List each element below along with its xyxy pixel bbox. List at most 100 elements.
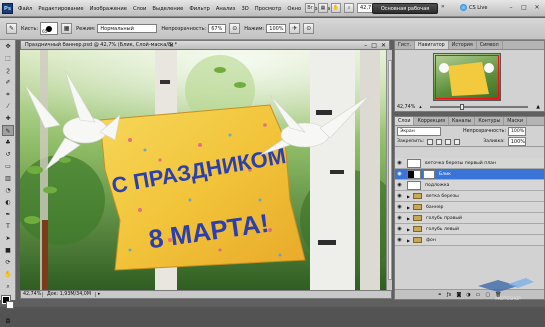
- document-tab[interactable]: Праздничный баннер.psd @ 42,7% (Блик, Сл…: [20, 40, 390, 50]
- blur-tool-icon[interactable]: ◔: [2, 185, 14, 196]
- menu-image[interactable]: Изображение: [87, 6, 130, 12]
- background-color[interactable]: [6, 301, 14, 309]
- marquee-tool-icon[interactable]: ⬚: [2, 53, 14, 64]
- tab-paths[interactable]: Контуры: [475, 117, 505, 125]
- minibridge-icon[interactable]: ▦: [318, 3, 328, 13]
- navigator-zoom-slider[interactable]: [429, 104, 529, 110]
- mode-select[interactable]: Нормальный: [97, 24, 158, 33]
- lock-transparency-icon[interactable]: [427, 138, 434, 145]
- tab-adjustments[interactable]: Коррекция: [414, 117, 450, 125]
- bridge-icon[interactable]: Br: [305, 3, 315, 13]
- zoom-slider-knob[interactable]: [459, 104, 464, 110]
- menu-select[interactable]: Выделение: [149, 6, 186, 12]
- navigator-zoom[interactable]: 42,74%: [397, 105, 415, 110]
- lock-position-icon[interactable]: [445, 138, 452, 145]
- 3d-rotate-tool-icon[interactable]: ⟳: [2, 257, 14, 268]
- history-brush-tool-icon[interactable]: ↺: [2, 149, 14, 160]
- tab-close-icon[interactable]: ✕: [169, 41, 174, 50]
- tab-navigator[interactable]: Навигатор: [415, 41, 449, 49]
- document-canvas[interactable]: С ПРАЗДНИКОМ 8 МАРТА!: [20, 50, 386, 290]
- zoom-out-icon[interactable]: ▴: [419, 105, 421, 110]
- tab-channels[interactable]: Каналы: [449, 117, 476, 125]
- visibility-eye-icon[interactable]: ◉: [395, 160, 404, 166]
- doc-restore-icon[interactable]: □: [371, 41, 377, 50]
- workspace-more-icon[interactable]: »: [441, 3, 445, 10]
- quick-mask-icon[interactable]: ◘: [2, 316, 14, 327]
- layer-row-selected[interactable]: ◉ Блик: [395, 169, 544, 180]
- status-arrow-icon[interactable]: ▸: [98, 292, 100, 297]
- adjustment-layer-icon[interactable]: ◑: [466, 292, 470, 298]
- scroll-thumb[interactable]: [388, 60, 392, 280]
- brush-panel-icon[interactable]: ▦: [61, 23, 73, 34]
- navigator-view-box[interactable]: [435, 55, 499, 99]
- visibility-eye-icon[interactable]: ◉: [395, 182, 404, 188]
- color-swatches[interactable]: [1, 295, 15, 312]
- quick-select-tool-icon[interactable]: ✐: [2, 77, 14, 88]
- menu-analysis[interactable]: Анализ: [213, 6, 239, 12]
- visibility-eye-icon[interactable]: ◉: [395, 215, 404, 221]
- layer-row[interactable]: ◉ веточка березы первый план: [395, 158, 544, 169]
- expand-arrow-icon[interactable]: ▶: [407, 227, 410, 232]
- eraser-tool-icon[interactable]: ▭: [2, 161, 14, 172]
- layer-group-row[interactable]: ◉ ▶ голубь левый: [395, 224, 544, 235]
- menu-edit[interactable]: Редактирование: [35, 6, 86, 12]
- tab-layers[interactable]: Слои: [395, 117, 415, 125]
- close-button[interactable]: ✕: [531, 3, 543, 13]
- lasso-tool-icon[interactable]: ϩ: [2, 65, 14, 76]
- visibility-eye-icon[interactable]: ◉: [395, 171, 404, 177]
- fill-input[interactable]: 100%: [507, 137, 526, 146]
- path-select-tool-icon[interactable]: ➤: [2, 233, 14, 244]
- menu-file[interactable]: Файл: [15, 6, 35, 12]
- tablet-size-icon[interactable]: ⊙: [303, 23, 315, 34]
- tab-masks[interactable]: Маски: [504, 117, 527, 125]
- pressure-input[interactable]: 100%: [266, 24, 287, 33]
- expand-arrow-icon[interactable]: ▶: [407, 194, 410, 199]
- doc-close-icon[interactable]: ✕: [381, 41, 386, 50]
- layer-group-row[interactable]: ◉ ▶ баннер: [395, 202, 544, 213]
- visibility-eye-icon[interactable]: ◉: [395, 204, 404, 210]
- workspace-button[interactable]: Основная рабочая среда: [372, 3, 438, 23]
- blend-mode-select[interactable]: Экран: [397, 127, 441, 136]
- pen-tool-icon[interactable]: ✒: [2, 209, 14, 220]
- visibility-eye-icon[interactable]: ◉: [395, 193, 404, 199]
- menu-3d[interactable]: 3D: [238, 6, 251, 12]
- minimize-button[interactable]: –: [505, 3, 517, 13]
- layer-style-icon[interactable]: ƒx: [447, 292, 452, 298]
- hand-tool-icon-2[interactable]: ✋: [2, 269, 14, 280]
- gradient-tool-icon[interactable]: ▥: [2, 173, 14, 184]
- lock-all-icon[interactable]: [454, 138, 461, 145]
- visibility-eye-icon[interactable]: ◉: [395, 226, 404, 232]
- layer-group-row[interactable]: ◉ ▶ ветка березы: [395, 191, 544, 202]
- layer-opacity-input[interactable]: 100%: [508, 127, 526, 136]
- brush-preview[interactable]: 65: [40, 22, 59, 35]
- airbrush-icon[interactable]: ✈: [289, 23, 301, 34]
- link-layers-icon[interactable]: ⚭: [438, 292, 442, 298]
- layer-group-row[interactable]: ◉ ▶ фон: [395, 235, 544, 246]
- layer-group-row[interactable]: ◉ ▶ голубь правый: [395, 213, 544, 224]
- brush-tool-preset-icon[interactable]: ✎: [6, 23, 17, 34]
- clone-stamp-tool-icon[interactable]: ♣: [2, 137, 14, 148]
- shape-tool-icon[interactable]: ■: [2, 245, 14, 256]
- hand-tool-icon[interactable]: ✋: [331, 3, 341, 13]
- vertical-scrollbar[interactable]: [386, 50, 392, 290]
- eyedropper-tool-icon[interactable]: ⁄: [2, 101, 14, 112]
- crop-tool-icon[interactable]: ⌗: [2, 89, 14, 100]
- expand-arrow-icon[interactable]: ▶: [407, 216, 410, 221]
- menu-window[interactable]: Окно: [284, 6, 304, 12]
- expand-arrow-icon[interactable]: ▶: [407, 205, 410, 210]
- menu-filter[interactable]: Фильтр: [186, 6, 213, 12]
- add-mask-icon[interactable]: ◙: [456, 292, 461, 298]
- brush-tool-icon[interactable]: ✎: [2, 125, 14, 136]
- layer-mask-thumbnail[interactable]: [423, 169, 435, 179]
- status-zoom[interactable]: 42,74%: [21, 292, 43, 297]
- cs-live[interactable]: CS Live: [460, 4, 487, 11]
- opacity-input[interactable]: 67%: [208, 24, 227, 33]
- type-tool-icon[interactable]: T: [2, 221, 14, 232]
- menu-view[interactable]: Просмотр: [252, 6, 285, 12]
- layer-row[interactable]: ◉ подложка: [395, 180, 544, 191]
- move-tool-icon[interactable]: ✥: [2, 41, 14, 52]
- zoom-tool-icon-2[interactable]: ⌕: [2, 281, 14, 292]
- tab-character[interactable]: Символ: [477, 41, 503, 49]
- lock-pixels-icon[interactable]: [436, 138, 443, 145]
- navigator-thumbnail[interactable]: [433, 53, 501, 101]
